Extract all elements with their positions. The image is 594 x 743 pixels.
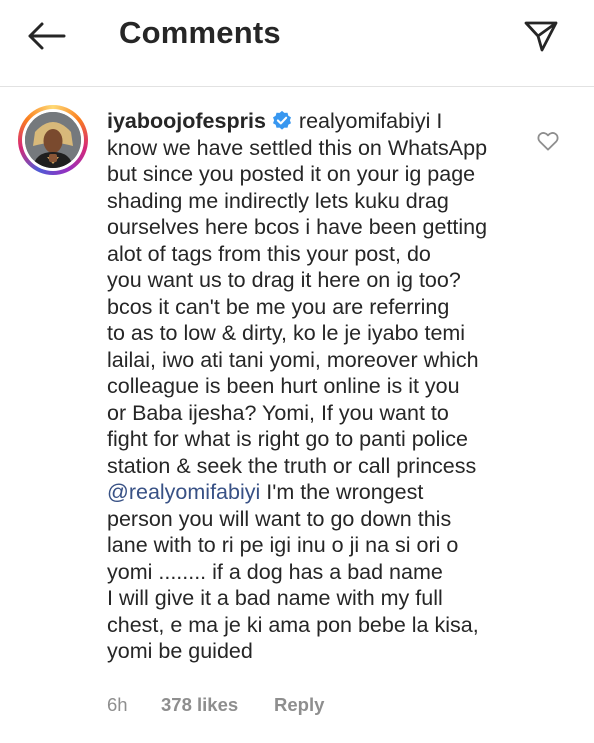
comment-line: colleague is been hurt online is it you [107,374,460,398]
heart-outline-icon [537,132,559,151]
comment-line: to as to low & dirty, ko le je iyabo tem… [107,321,466,345]
comment-timestamp: 6h [107,694,128,715]
comment-line-text: I'm the wrongest [260,480,424,504]
comment-text: iyaboojofespris realyomifabiyi I know we… [107,108,527,665]
avatar[interactable] [25,112,81,168]
comment-line: bcos it can't be me you are referring [107,294,450,319]
avatar-story-ring[interactable] [18,105,88,175]
share-button[interactable] [517,12,565,60]
comment-line: ourselves here bcos i have been getting [107,215,488,239]
comment-line: fight for what is right go to panti poli… [107,427,468,451]
arrow-left-icon [28,22,66,50]
comment-line: person you will want to go down this [107,506,452,531]
comment-line: I will give it a bad name with my full [107,586,443,610]
comment-line: know we have settled this on WhatsApp [107,135,488,160]
comment-line: chest, e ma je ki ama pon bebe la kisa, [107,612,479,637]
comment-meta: 6h 378 likes Reply [107,694,324,718]
comment-line: lailai, iwo ati tani yomi, moreover whic… [107,347,479,372]
top-bar: Comments [0,0,594,87]
reply-button[interactable]: Reply [274,694,324,718]
page-title: Comments [119,15,281,50]
comment-line: alot of tags from this your post, do [107,241,431,266]
mention-link[interactable]: @realyomifabiyi [107,480,260,504]
like-comment-button[interactable] [534,128,562,154]
comment-line: but since you posted it on your ig page [107,162,476,186]
avatar-photo [25,112,81,168]
comment-username[interactable]: iyaboojofespris [107,109,266,133]
comment-line: you want us to drag it here on ig too? [107,268,461,292]
verified-badge-icon [272,110,291,130]
comment-line: or Baba ijesha? Yomi, If you want to [107,400,449,425]
comment-line: shading me indirectly lets kuku drag [107,188,449,213]
comment-line: yomi be guided [107,639,253,663]
comment-line: iyaboojofespris realyomifabiyi I [107,108,527,135]
comment-line: yomi ........ if a dog has a bad name [107,559,443,584]
back-button[interactable] [22,14,70,58]
comment-line: @realyomifabiyi I'm the wrongest [107,479,527,506]
comment-line-text: realyomifabiyi I [298,109,443,133]
comment-line: station & seek the truth or call princes… [107,453,477,478]
comment-line: lane with to ri pe igi inu o ji na si or… [107,533,459,557]
paper-plane-icon [524,21,558,52]
likes-count[interactable]: 378 likes [161,694,274,718]
